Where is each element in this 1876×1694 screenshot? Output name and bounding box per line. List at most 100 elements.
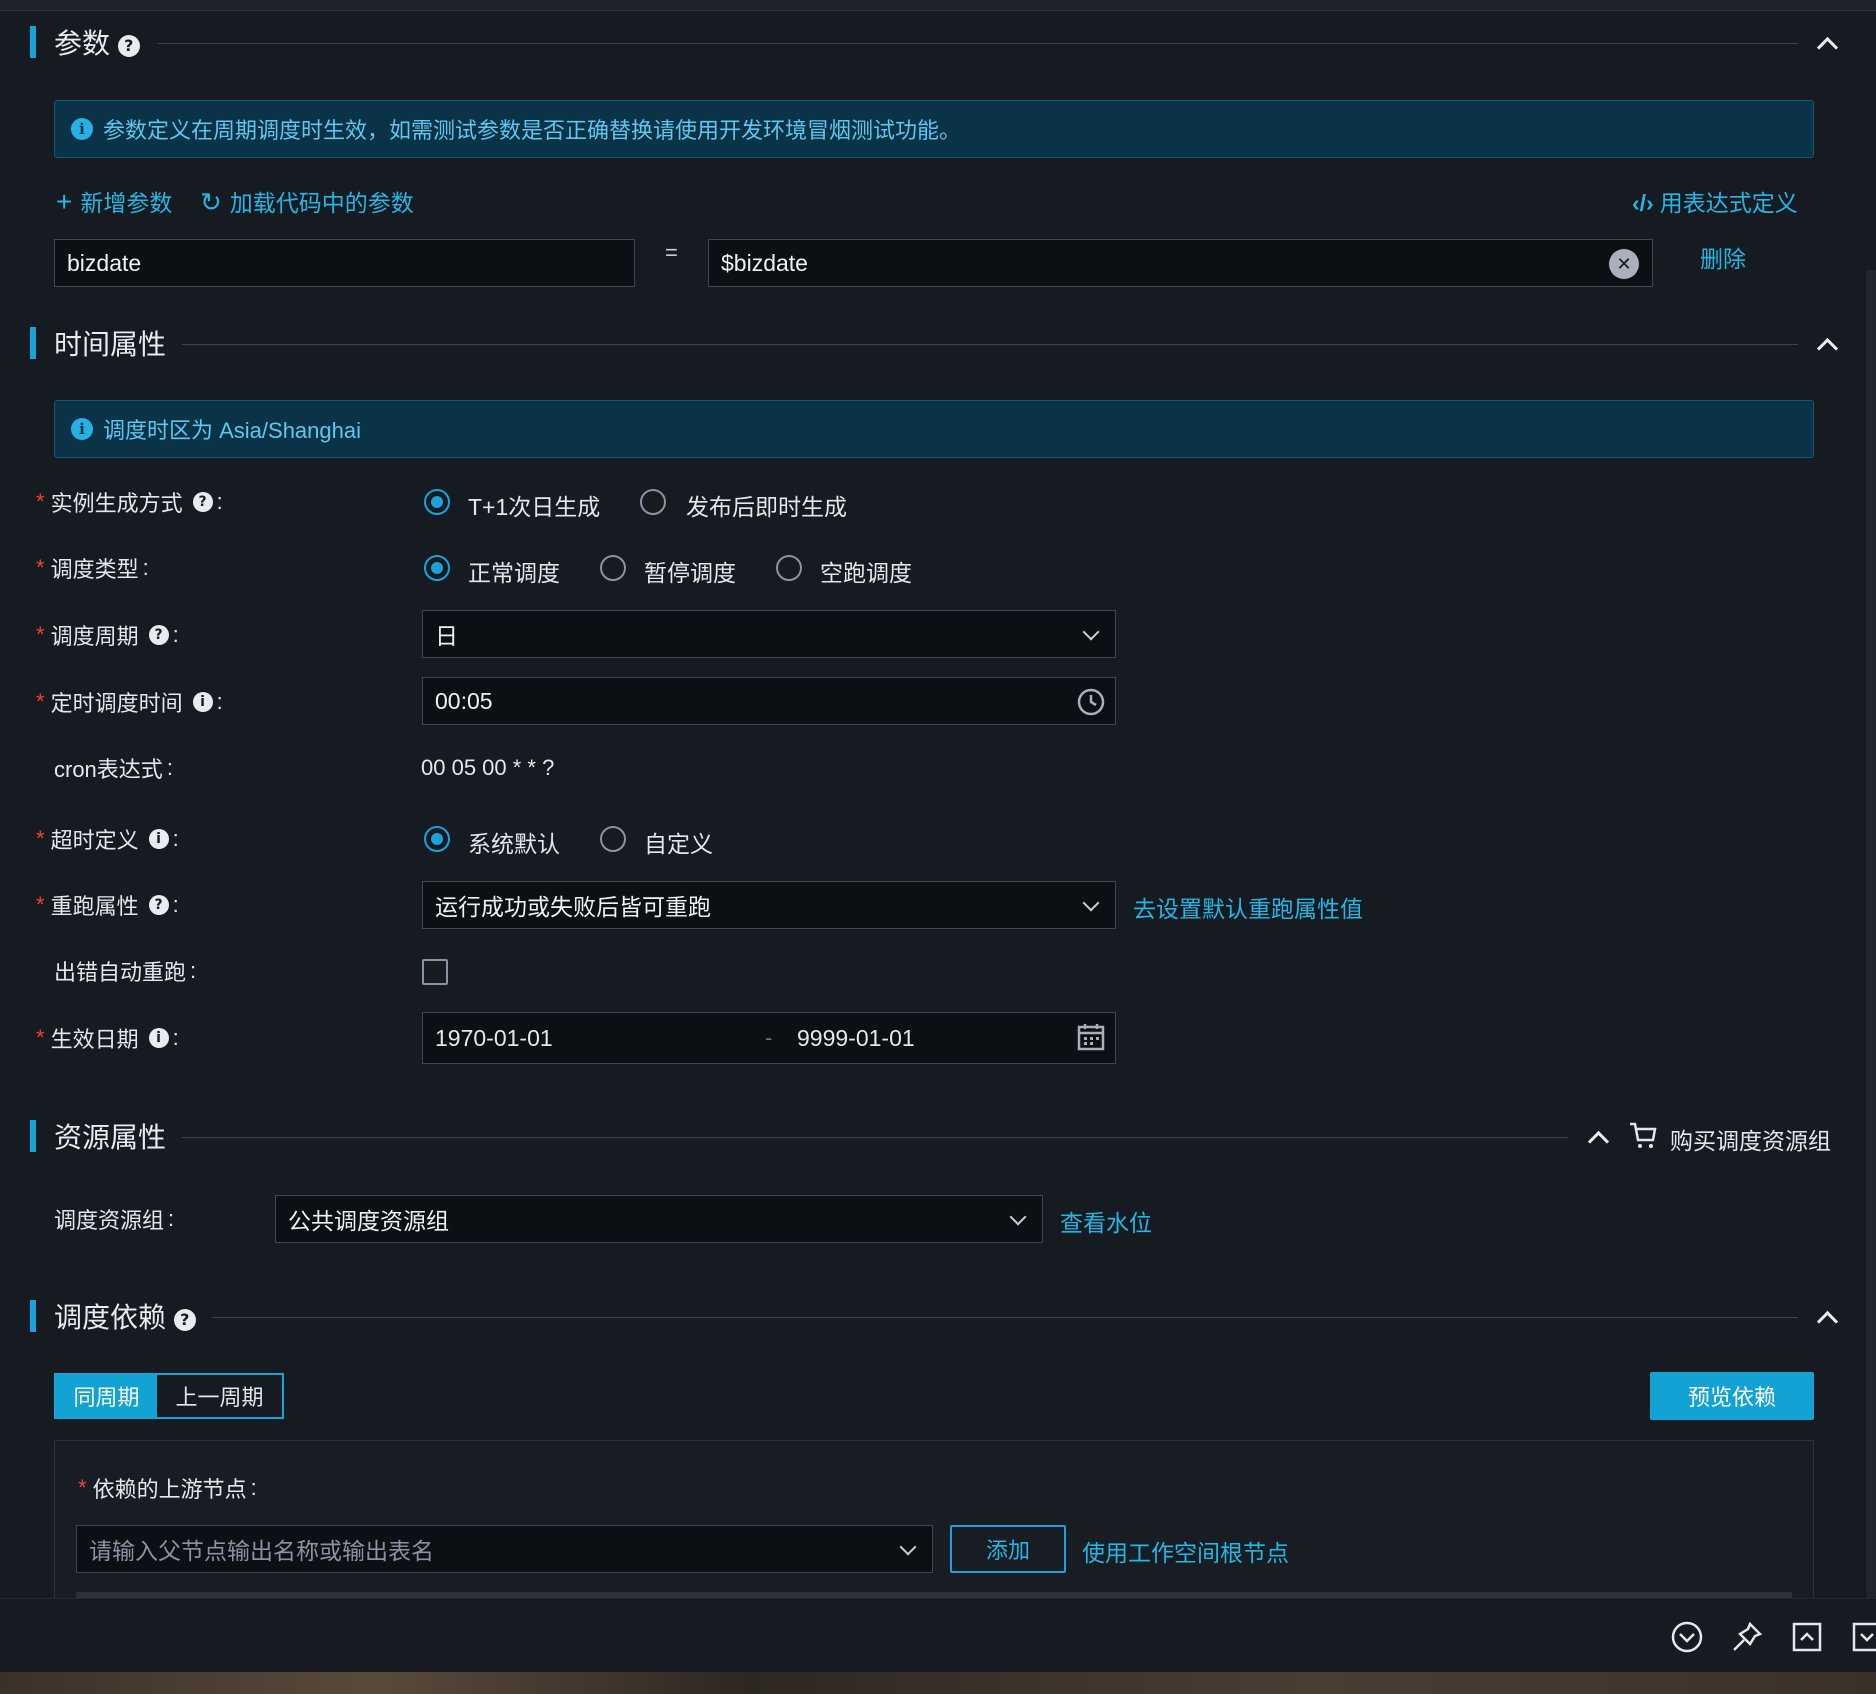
upstream-label: * 依赖的上游节点: <box>78 1472 257 1504</box>
rerun-select-value: 运行成功或失败后皆可重跑 <box>435 894 711 920</box>
effective-start[interactable]: 1970-01-01 <box>435 1025 553 1052</box>
upstream-search-input[interactable]: 请输入父节点输出名称或输出表名 <box>76 1525 933 1573</box>
deps-section-title: 调度依赖 ? <box>54 1296 196 1336</box>
add-param-label: 新增参数 <box>80 190 173 216</box>
info-icon: i <box>71 418 93 440</box>
clock-icon[interactable] <box>1076 687 1106 717</box>
rerun-label: * 重跑属性 ?: <box>36 889 179 921</box>
schedule-option-pause[interactable]: 暂停调度 <box>644 554 736 588</box>
params-notice: i 参数定义在周期调度时生效，如需测试参数是否正确替换请使用开发环境冒烟测试功能… <box>54 100 1814 158</box>
add-param-button[interactable]: + 新增参数 <box>56 184 172 218</box>
collapse-time-icon[interactable] <box>1816 337 1839 360</box>
calendar-icon[interactable] <box>1076 1022 1106 1052</box>
load-params-label: 加载代码中的参数 <box>229 190 414 216</box>
cycle-label: * 调度周期 ?: <box>36 619 179 651</box>
radio-schedule-normal[interactable] <box>424 555 450 581</box>
section-divider <box>212 1317 1798 1318</box>
auto-rerun-checkbox[interactable] <box>422 959 448 985</box>
required-mark: * <box>36 622 45 647</box>
instance-option-immediate[interactable]: 发布后即时生成 <box>686 488 847 522</box>
param-value-text: $bizdate <box>721 249 808 276</box>
collapse-params-icon[interactable] <box>1816 36 1839 59</box>
radio-instance-t1[interactable] <box>424 489 450 515</box>
resource-group-label-text: 调度资源组 <box>54 1208 165 1233</box>
radio-schedule-pause[interactable] <box>600 555 626 581</box>
rerun-select[interactable]: 运行成功或失败后皆可重跑 <box>422 881 1116 929</box>
scrollbar[interactable] <box>1866 270 1876 1600</box>
params-title-text: 参数 <box>54 28 111 59</box>
info-icon: i <box>71 118 93 140</box>
rerun-label-text: 重跑属性 <box>50 894 139 919</box>
radio-schedule-dryrun[interactable] <box>776 555 802 581</box>
rerun-default-link[interactable]: 去设置默认重跑属性值 <box>1133 890 1363 924</box>
timeout-option-custom[interactable]: 自定义 <box>644 825 713 859</box>
section-marker <box>30 1300 36 1332</box>
help-icon[interactable]: ? <box>148 895 169 915</box>
clear-icon[interactable]: ✕ <box>1609 249 1639 279</box>
required-mark: * <box>36 489 45 514</box>
cycle-select[interactable]: 日 <box>422 610 1116 658</box>
tab-same-cycle[interactable]: 同周期 <box>56 1375 157 1417</box>
collapse-resource-icon[interactable] <box>1587 1130 1610 1153</box>
info-icon[interactable]: i <box>192 692 213 712</box>
required-mark: * <box>78 1475 87 1500</box>
effective-end[interactable]: 9999-01-01 <box>797 1025 915 1052</box>
resource-section-title: 资源属性 <box>54 1122 167 1153</box>
help-icon[interactable]: ? <box>173 1308 196 1331</box>
required-mark: * <box>36 689 45 714</box>
instance-mode-label: * 实例生成方式 ?: <box>36 486 223 518</box>
tab-previous-cycle[interactable]: 上一周期 <box>157 1375 282 1417</box>
cron-value: 00 05 00 * * ? <box>421 755 555 780</box>
refresh-icon: ↻ <box>200 187 222 217</box>
view-waterlevel-link[interactable]: 查看水位 <box>1060 1204 1152 1238</box>
resource-group-value: 公共调度资源组 <box>288 1208 449 1234</box>
add-upstream-button[interactable]: 添加 <box>950 1525 1066 1573</box>
buy-resource-link[interactable]: 购买调度资源组 <box>1670 1122 1831 1156</box>
radio-timeout-default[interactable] <box>424 826 450 852</box>
section-marker <box>30 26 36 58</box>
param-key-value: bizdate <box>67 249 142 276</box>
radio-instance-immediate[interactable] <box>640 489 666 515</box>
param-value-input[interactable]: $bizdate <box>708 239 1653 287</box>
equals-sign: = <box>665 240 678 265</box>
schedule-option-dryrun[interactable]: 空跑调度 <box>820 554 912 588</box>
help-icon[interactable]: ? <box>117 34 140 57</box>
colon: : <box>168 1206 175 1231</box>
param-key-input[interactable]: bizdate <box>54 239 635 287</box>
colon: : <box>172 826 179 851</box>
pin-icon[interactable] <box>1730 1620 1764 1654</box>
timeout-label-text: 超时定义 <box>50 828 139 853</box>
cycle-tab-group: 同周期 上一周期 <box>54 1373 284 1419</box>
preview-deps-button[interactable]: 预览依赖 <box>1650 1372 1814 1420</box>
timeout-option-default[interactable]: 系统默认 <box>468 825 560 859</box>
radio-timeout-custom[interactable] <box>600 826 626 852</box>
upstream-label-text: 依赖的上游节点 <box>92 1477 247 1502</box>
info-icon[interactable]: i <box>148 829 169 849</box>
schedule-option-normal[interactable]: 正常调度 <box>468 554 560 588</box>
info-icon[interactable]: i <box>148 1028 169 1048</box>
schedule-time-input[interactable]: 00:05 <box>422 677 1116 725</box>
resource-group-select[interactable]: 公共调度资源组 <box>275 1195 1043 1243</box>
effective-date-label-text: 生效日期 <box>50 1027 139 1052</box>
delete-param-link[interactable]: 删除 <box>1700 240 1746 274</box>
collapse-deps-icon[interactable] <box>1816 1310 1839 1333</box>
cart-icon[interactable] <box>1628 1120 1658 1150</box>
use-root-node-link[interactable]: 使用工作空间根节点 <box>1082 1534 1289 1568</box>
effective-date-label: * 生效日期 i: <box>36 1022 179 1054</box>
params-notice-text: 参数定义在周期调度时生效，如需测试参数是否正确替换请使用开发环境冒烟测试功能。 <box>103 118 962 143</box>
required-mark: * <box>36 555 45 580</box>
help-icon[interactable]: ? <box>148 625 169 645</box>
instance-option-t1[interactable]: T+1次日生成 <box>468 488 600 522</box>
expand-up-icon[interactable] <box>1790 1620 1824 1654</box>
collapse-down-icon[interactable] <box>1850 1620 1876 1654</box>
upstream-placeholder: 请输入父节点输出名称或输出表名 <box>89 1538 434 1564</box>
help-icon[interactable]: ? <box>192 492 213 512</box>
schedule-time-value: 00:05 <box>435 687 493 714</box>
load-params-button[interactable]: ↻ 加载代码中的参数 <box>200 184 414 218</box>
instance-mode-label-text: 实例生成方式 <box>50 491 183 516</box>
section-divider <box>182 344 1798 345</box>
expr-define-button[interactable]: ‹/› 用表达式定义 <box>1632 184 1798 218</box>
scroll-down-icon[interactable] <box>1670 1620 1704 1654</box>
top-border <box>0 0 1876 11</box>
colon: : <box>142 555 149 580</box>
